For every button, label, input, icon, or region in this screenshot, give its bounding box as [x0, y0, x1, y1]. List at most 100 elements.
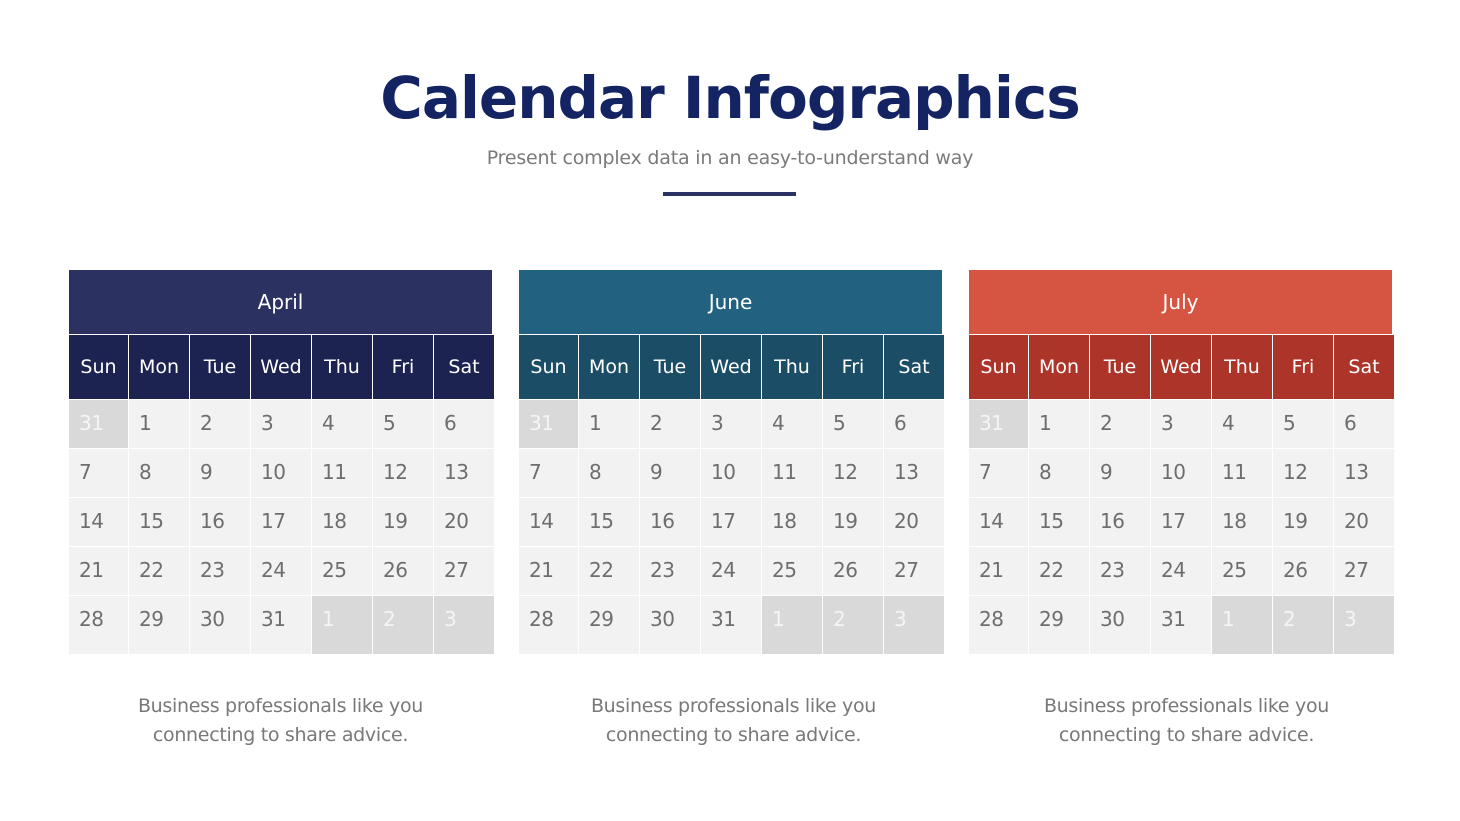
date-cell-adjacent-month[interactable]: 2 — [1273, 596, 1333, 654]
date-cell[interactable]: 1 — [579, 400, 639, 448]
date-cell[interactable]: 7 — [69, 449, 128, 497]
date-cell[interactable]: 8 — [1029, 449, 1089, 497]
date-cell[interactable]: 1 — [129, 400, 189, 448]
date-cell[interactable]: 23 — [190, 547, 250, 595]
date-cell[interactable]: 26 — [373, 547, 433, 595]
date-cell[interactable]: 31 — [251, 596, 311, 654]
date-cell[interactable]: 24 — [1151, 547, 1211, 595]
date-cell-adjacent-month[interactable]: 31 — [969, 400, 1028, 448]
date-cell[interactable]: 10 — [251, 449, 311, 497]
date-cell[interactable]: 25 — [762, 547, 822, 595]
date-cell[interactable]: 22 — [129, 547, 189, 595]
date-cell[interactable]: 18 — [312, 498, 372, 546]
date-cell[interactable]: 20 — [1334, 498, 1394, 546]
date-cell[interactable]: 30 — [1090, 596, 1150, 654]
date-cell[interactable]: 30 — [190, 596, 250, 654]
date-cell[interactable]: 2 — [640, 400, 700, 448]
date-cell[interactable]: 17 — [251, 498, 311, 546]
date-cell[interactable]: 6 — [884, 400, 944, 448]
date-cell[interactable]: 24 — [701, 547, 761, 595]
date-cell[interactable]: 19 — [373, 498, 433, 546]
date-cell[interactable]: 22 — [1029, 547, 1089, 595]
date-cell[interactable]: 16 — [190, 498, 250, 546]
date-cell[interactable]: 4 — [1212, 400, 1272, 448]
date-cell[interactable]: 6 — [434, 400, 494, 448]
date-cell[interactable]: 20 — [884, 498, 944, 546]
date-cell[interactable]: 19 — [823, 498, 883, 546]
date-cell[interactable]: 15 — [579, 498, 639, 546]
date-cell[interactable]: 17 — [701, 498, 761, 546]
date-cell[interactable]: 6 — [1334, 400, 1394, 448]
date-cell[interactable]: 5 — [373, 400, 433, 448]
date-cell[interactable]: 4 — [312, 400, 372, 448]
date-cell[interactable]: 5 — [823, 400, 883, 448]
date-cell[interactable]: 11 — [762, 449, 822, 497]
date-cell[interactable]: 11 — [312, 449, 372, 497]
date-cell[interactable]: 28 — [69, 596, 128, 654]
date-cell[interactable]: 12 — [1273, 449, 1333, 497]
date-cell[interactable]: 24 — [251, 547, 311, 595]
date-cell[interactable]: 4 — [762, 400, 822, 448]
date-cell[interactable]: 31 — [1151, 596, 1211, 654]
date-cell[interactable]: 26 — [1273, 547, 1333, 595]
date-cell[interactable]: 29 — [129, 596, 189, 654]
date-cell[interactable]: 18 — [1212, 498, 1272, 546]
date-cell[interactable]: 14 — [519, 498, 578, 546]
date-cell[interactable]: 23 — [1090, 547, 1150, 595]
date-cell[interactable]: 7 — [519, 449, 578, 497]
date-cell[interactable]: 18 — [762, 498, 822, 546]
date-cell[interactable]: 3 — [251, 400, 311, 448]
date-cell[interactable]: 10 — [1151, 449, 1211, 497]
date-cell[interactable]: 22 — [579, 547, 639, 595]
date-cell[interactable]: 29 — [1029, 596, 1089, 654]
date-cell[interactable]: 19 — [1273, 498, 1333, 546]
date-cell[interactable]: 8 — [579, 449, 639, 497]
date-cell[interactable]: 12 — [823, 449, 883, 497]
date-cell[interactable]: 2 — [1090, 400, 1150, 448]
date-cell[interactable]: 5 — [1273, 400, 1333, 448]
date-cell[interactable]: 16 — [1090, 498, 1150, 546]
date-cell[interactable]: 26 — [823, 547, 883, 595]
date-cell[interactable]: 15 — [1029, 498, 1089, 546]
date-cell-adjacent-month[interactable]: 31 — [519, 400, 578, 448]
date-cell[interactable]: 13 — [434, 449, 494, 497]
date-cell[interactable]: 9 — [190, 449, 250, 497]
date-cell[interactable]: 29 — [579, 596, 639, 654]
date-cell-adjacent-month[interactable]: 1 — [1212, 596, 1272, 654]
date-cell[interactable]: 8 — [129, 449, 189, 497]
date-cell-adjacent-month[interactable]: 31 — [69, 400, 128, 448]
date-cell[interactable]: 7 — [969, 449, 1028, 497]
date-cell[interactable]: 27 — [884, 547, 944, 595]
date-cell[interactable]: 16 — [640, 498, 700, 546]
date-cell[interactable]: 21 — [69, 547, 128, 595]
date-cell[interactable]: 21 — [519, 547, 578, 595]
date-cell[interactable]: 1 — [1029, 400, 1089, 448]
date-cell-adjacent-month[interactable]: 3 — [434, 596, 494, 654]
date-cell[interactable]: 11 — [1212, 449, 1272, 497]
date-cell[interactable]: 27 — [434, 547, 494, 595]
date-cell[interactable]: 28 — [519, 596, 578, 654]
date-cell[interactable]: 3 — [1151, 400, 1211, 448]
date-cell[interactable]: 21 — [969, 547, 1028, 595]
date-cell[interactable]: 2 — [190, 400, 250, 448]
date-cell-adjacent-month[interactable]: 3 — [1334, 596, 1394, 654]
date-cell-adjacent-month[interactable]: 2 — [823, 596, 883, 654]
date-cell[interactable]: 28 — [969, 596, 1028, 654]
date-cell[interactable]: 14 — [969, 498, 1028, 546]
date-cell[interactable]: 13 — [884, 449, 944, 497]
date-cell[interactable]: 9 — [640, 449, 700, 497]
date-cell[interactable]: 25 — [312, 547, 372, 595]
date-cell[interactable]: 27 — [1334, 547, 1394, 595]
date-cell[interactable]: 12 — [373, 449, 433, 497]
date-cell[interactable]: 20 — [434, 498, 494, 546]
date-cell[interactable]: 23 — [640, 547, 700, 595]
date-cell-adjacent-month[interactable]: 3 — [884, 596, 944, 654]
date-cell[interactable]: 3 — [701, 400, 761, 448]
date-cell[interactable]: 30 — [640, 596, 700, 654]
date-cell[interactable]: 15 — [129, 498, 189, 546]
date-cell[interactable]: 17 — [1151, 498, 1211, 546]
date-cell[interactable]: 31 — [701, 596, 761, 654]
date-cell[interactable]: 10 — [701, 449, 761, 497]
date-cell[interactable]: 13 — [1334, 449, 1394, 497]
date-cell[interactable]: 14 — [69, 498, 128, 546]
